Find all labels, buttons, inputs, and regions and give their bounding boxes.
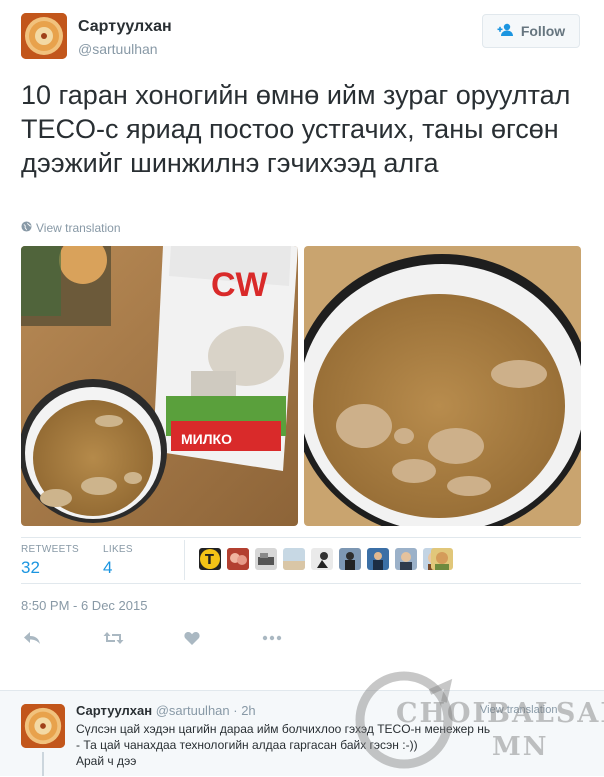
view-translation-link[interactable]: View translation bbox=[21, 221, 121, 235]
more-icon[interactable] bbox=[261, 628, 283, 648]
retweet-icon[interactable] bbox=[103, 628, 125, 648]
tweet-timestamp[interactable]: 8:50 PM - 6 Dec 2015 bbox=[21, 598, 147, 613]
reply-icon[interactable] bbox=[21, 628, 43, 648]
follow-button-label: Follow bbox=[520, 23, 566, 39]
reply-author-avatar[interactable] bbox=[21, 704, 65, 748]
watermark: CHOIBALSAN MN bbox=[352, 662, 604, 772]
svg-text:T: T bbox=[205, 553, 214, 568]
carton-brand: МИЛКО bbox=[181, 431, 232, 447]
liker-avatar-1[interactable]: T bbox=[199, 548, 221, 570]
reply-author-handle[interactable]: @sartuulhan bbox=[156, 703, 230, 718]
tweet-photo-1[interactable]: СW МИЛКО bbox=[21, 246, 298, 526]
globe-icon bbox=[21, 221, 32, 235]
watermark-sub: MN bbox=[492, 732, 549, 762]
tweet-photo-2[interactable] bbox=[304, 246, 581, 526]
reply-time[interactable]: · 2h bbox=[233, 703, 255, 718]
retweets-label: RETWEETS bbox=[21, 544, 79, 555]
liker-avatar-2[interactable] bbox=[227, 548, 249, 570]
stats-separator bbox=[184, 540, 185, 580]
like-icon[interactable] bbox=[181, 628, 203, 648]
add-user-icon bbox=[497, 23, 515, 40]
tweet-text: 10 гаран хоногийн өмнө ийм зураг оруулта… bbox=[21, 80, 571, 178]
view-translation-label: View translation bbox=[36, 221, 121, 235]
follow-button[interactable]: Follow bbox=[482, 14, 580, 48]
reply-author-name[interactable]: Сартуулхан bbox=[76, 703, 152, 718]
author-avatar[interactable] bbox=[21, 13, 67, 59]
liker-avatar-10[interactable] bbox=[431, 548, 453, 570]
liker-avatar-4[interactable] bbox=[283, 548, 305, 570]
thread-line bbox=[42, 752, 44, 776]
liker-avatar-5[interactable] bbox=[311, 548, 333, 570]
liker-avatar-7[interactable] bbox=[367, 548, 389, 570]
stats-divider-top bbox=[21, 537, 581, 538]
reply-text-line-3: Арай ч дээ bbox=[76, 754, 137, 768]
liker-avatar-6[interactable] bbox=[339, 548, 361, 570]
watermark-main: CHOIBALSAN bbox=[396, 698, 604, 729]
likes-label: LIKES bbox=[103, 544, 133, 555]
likes-count[interactable]: 4 bbox=[103, 558, 112, 578]
reply-header: Сартуулхан @sartuulhan · 2h bbox=[76, 703, 256, 718]
retweets-count[interactable]: 32 bbox=[21, 558, 40, 578]
author-handle[interactable]: @sartuulhan bbox=[78, 41, 158, 57]
liker-avatar-3[interactable] bbox=[255, 548, 277, 570]
stats-divider-bottom bbox=[21, 583, 581, 584]
liker-avatar-8[interactable] bbox=[395, 548, 417, 570]
author-name[interactable]: Сартуулхан bbox=[78, 18, 172, 36]
carton-logo: СW bbox=[211, 266, 269, 304]
